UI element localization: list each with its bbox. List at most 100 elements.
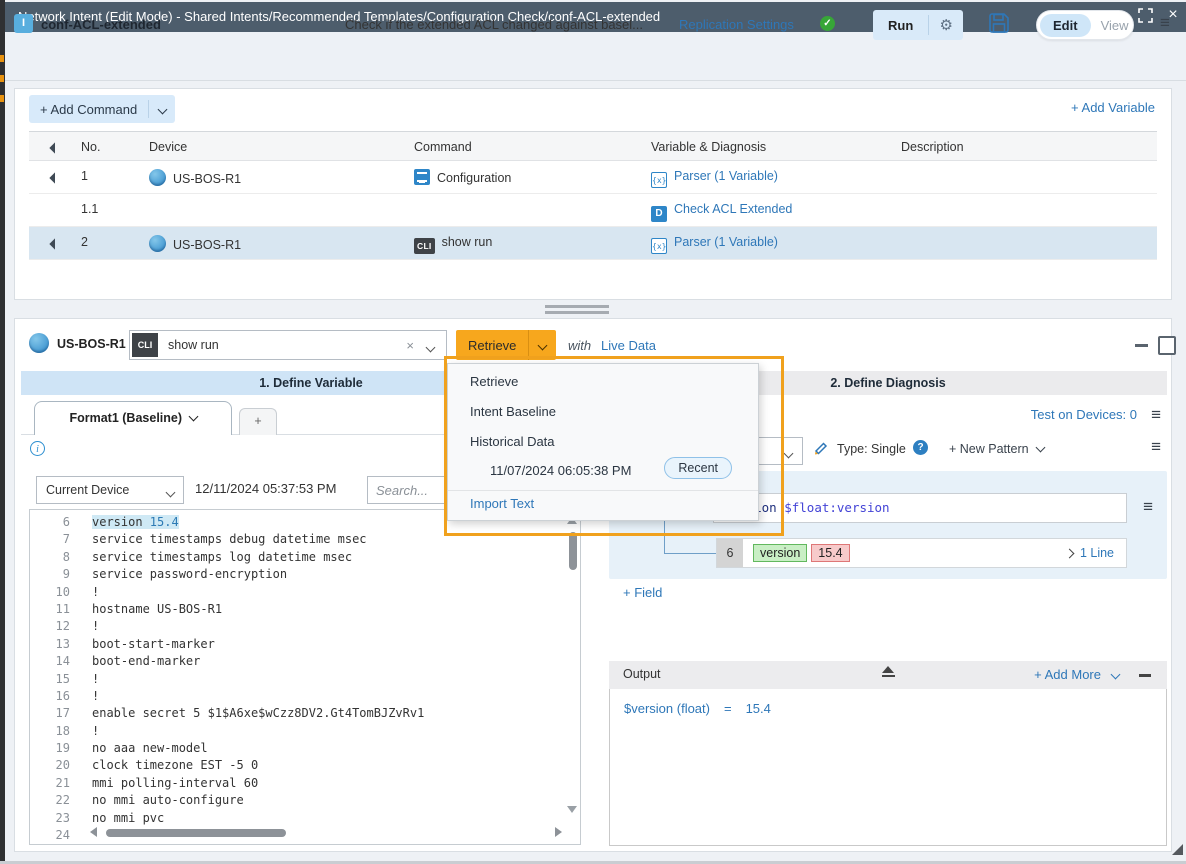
menu-icon[interactable]: ≡ (1151, 407, 1161, 423)
menu-item-retrieve[interactable]: Retrieve (470, 374, 518, 389)
chevron-down-icon[interactable] (427, 342, 434, 356)
maximize-panel-icon[interactable] (1158, 336, 1176, 355)
toggle-view[interactable]: View (1091, 14, 1139, 37)
add-variable-link[interactable]: + Add Variable (1071, 100, 1155, 115)
scroll-down-icon[interactable] (567, 806, 577, 813)
chevron-down-icon[interactable] (529, 342, 556, 349)
device-scope-select[interactable]: Current Device (36, 476, 184, 504)
add-format-tab[interactable]: + (239, 408, 277, 435)
col-header-variable: Variable & Diagnosis (651, 140, 766, 154)
config-code-editor[interactable]: 6version 15.47service timestamps debug d… (29, 509, 581, 845)
col-header-device: Device (149, 140, 187, 154)
menu-separator (448, 490, 758, 491)
menu-icon[interactable]: ≡ (1143, 499, 1153, 515)
menu-icon[interactable]: ≡ (1160, 15, 1170, 31)
device-icon (149, 169, 166, 186)
splitter-handle[interactable] (545, 311, 609, 314)
panel-device-name: US-BOS-R1 (57, 337, 126, 351)
menu-item-history-entry[interactable]: 11/07/2024 06:05:38 PM (490, 463, 631, 478)
sample-timestamp: 12/11/2024 05:37:53 PM (195, 481, 336, 496)
live-data-link[interactable]: Live Data (601, 338, 656, 353)
retrieve-button[interactable]: Retrieve (456, 330, 556, 360)
horizontal-scrollbar-thumb[interactable] (106, 829, 286, 837)
minimize-output-icon[interactable] (1139, 674, 1151, 677)
pattern-input[interactable]: version $float:version (713, 493, 1127, 523)
row-caret-icon[interactable] (51, 240, 59, 248)
chevron-down-icon[interactable] (1111, 670, 1121, 680)
row-parser-link[interactable]: {x}Parser (1 Variable) (651, 235, 778, 254)
code-line: 16! (30, 688, 580, 705)
chevron-down-icon (785, 448, 792, 462)
row-diagnosis-link[interactable]: DCheck ACL Extended (651, 202, 792, 222)
row-command: Configuration (414, 169, 511, 185)
run-settings-gear-icon[interactable]: ⚙ (929, 16, 963, 34)
new-pattern-button[interactable]: + New Pattern (949, 442, 1044, 456)
edge-tick (0, 75, 4, 82)
row-caret-icon[interactable] (51, 174, 59, 182)
command-value: show run (168, 338, 219, 352)
edit-pencil-icon[interactable] (811, 439, 828, 459)
menu-icon[interactable]: ≡ (1151, 439, 1161, 455)
row-no: 1 (81, 169, 88, 183)
code-line: 8service timestamps log datetime msec (30, 549, 580, 566)
code-line: 17enable secret 5 $1$A6xe$wCzz8DV2.Gt4To… (30, 705, 580, 722)
toggle-edit[interactable]: Edit (1040, 14, 1091, 37)
tab-format1-baseline[interactable]: Format1 (Baseline) (34, 401, 232, 435)
command-combobox[interactable]: CLI show run × (129, 330, 447, 360)
recent-badge[interactable]: Recent (664, 457, 732, 479)
run-button[interactable]: Run (873, 18, 928, 33)
code-line: 9service password-encryption (30, 566, 580, 583)
code-line: 15! (30, 671, 580, 688)
row-no: 2 (81, 235, 88, 249)
add-field-link[interactable]: + Field (623, 585, 662, 600)
menu-item-historical-data[interactable]: Historical Data (470, 434, 555, 449)
expand-all-caret-icon[interactable] (51, 144, 59, 152)
code-line: 12! (30, 618, 580, 635)
add-command-button[interactable]: + Add Command (29, 95, 175, 123)
table-row[interactable]: 1.1 DCheck ACL Extended (29, 194, 1157, 227)
menu-item-import-text[interactable]: Import Text (470, 496, 534, 511)
minimize-panel-icon[interactable] (1135, 344, 1148, 347)
collapse-output-icon[interactable] (881, 666, 895, 677)
row-no: 1.1 (81, 202, 98, 216)
intent-icon: I (14, 14, 33, 33)
intent-description[interactable]: Check if the extended ACL changed agains… (345, 17, 643, 32)
table-row[interactable]: 1 US-BOS-R1 Configuration {x}Parser (1 V… (29, 161, 1157, 194)
menu-item-intent-baseline[interactable]: Intent Baseline (470, 404, 556, 419)
tree-connector (664, 553, 716, 554)
match-line-number: 6 (717, 539, 743, 567)
scroll-left-icon[interactable] (90, 827, 97, 837)
row-parser-link[interactable]: {x}Parser (1 Variable) (651, 169, 778, 188)
match-row[interactable]: 6 version 15.4 1 Line (716, 538, 1127, 568)
scroll-right-icon[interactable] (555, 827, 562, 837)
row-device: US-BOS-R1 (149, 169, 241, 186)
output-variable-name: $version (float) (624, 701, 710, 716)
pattern-variable: $float:version (784, 500, 889, 515)
window-resize-grip[interactable] (1172, 844, 1183, 855)
vertical-scrollbar-thumb[interactable] (569, 532, 577, 570)
match-expand[interactable]: 1 Line (1066, 546, 1114, 560)
clear-icon[interactable]: × (406, 338, 414, 353)
device-icon (149, 235, 166, 252)
col-header-command: Command (414, 140, 472, 154)
save-icon[interactable] (988, 12, 1010, 34)
maximize-icon[interactable] (1138, 8, 1153, 23)
splitter-handle[interactable] (545, 305, 609, 308)
edge-tick (0, 55, 4, 62)
output-variable-value: 15.4 (746, 701, 771, 716)
add-more-link[interactable]: + Add More (1034, 667, 1101, 682)
chevron-right-icon (1064, 548, 1074, 558)
info-icon[interactable]: i (30, 441, 45, 456)
replication-settings-link[interactable]: Replication Settings (679, 17, 794, 32)
edit-view-toggle: Edit View (1036, 10, 1134, 40)
match-lines-label: 1 Line (1080, 546, 1114, 560)
table-row-selected[interactable]: 2 US-BOS-R1 CLIshow run {x}Parser (1 Var… (29, 227, 1157, 260)
test-on-devices-link[interactable]: Test on Devices: 0 (1031, 407, 1137, 422)
output-header: Output + Add More (609, 661, 1167, 689)
chevron-down-icon (167, 487, 174, 501)
chevron-down-icon[interactable] (149, 106, 175, 113)
col-header-description: Description (901, 140, 964, 154)
code-line: 13boot-start-marker (30, 636, 580, 653)
help-icon[interactable]: ? (913, 440, 928, 455)
code-line: 20clock timezone EST -5 0 (30, 757, 580, 774)
